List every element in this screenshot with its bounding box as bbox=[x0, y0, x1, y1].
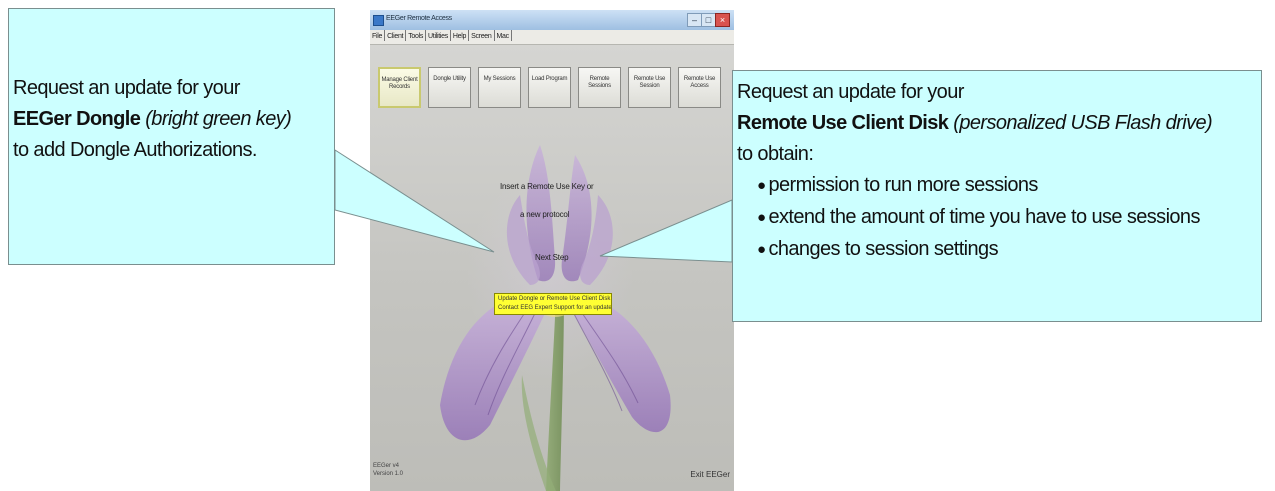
disk-callout-bullet: changes to session settings bbox=[757, 234, 1257, 266]
window-title: EEGer Remote Access bbox=[386, 15, 452, 22]
prompt-line-2: a new protocol bbox=[520, 210, 570, 219]
close-icon[interactable]: × bbox=[715, 13, 730, 27]
iris-flower-image bbox=[440, 145, 671, 491]
version-line-1: EEGer v4 bbox=[373, 463, 400, 469]
app-window: EEGer Remote Access – □ × File Client Tool… bbox=[370, 10, 734, 491]
menu-help[interactable]: Help bbox=[451, 30, 470, 41]
disk-callout-bullets: permission to run more sessions extend t… bbox=[737, 170, 1257, 266]
disk-callout-bold: Remote Use Client Disk bbox=[737, 112, 949, 134]
disk-callout-bullet: extend the amount of time you have to us… bbox=[757, 202, 1257, 234]
menu-utilities[interactable]: Utilities bbox=[426, 30, 451, 41]
menu-file[interactable]: File bbox=[370, 30, 386, 41]
dongle-callout-bold: EEGer Dongle bbox=[13, 108, 141, 130]
update-message-line-1: Update Dongle or Remote Use Client Disk bbox=[498, 296, 611, 302]
app-main-area: Manage Client Records Dongle Utility My … bbox=[370, 45, 734, 491]
version-info: EEGer v4 Version 1.0 bbox=[373, 462, 403, 478]
client-disk-update-callout: Request an update for your Remote Use Cl… bbox=[732, 70, 1262, 322]
disk-callout-italic: (personalized USB Flash drive) bbox=[953, 112, 1213, 134]
menu-bar: File Client Tools Utilities Help Screen Mac bbox=[370, 30, 734, 45]
prompt-line-3[interactable]: Next Step bbox=[535, 253, 569, 262]
maximize-icon[interactable]: □ bbox=[701, 13, 716, 27]
exit-button[interactable]: Exit EEGer bbox=[690, 470, 730, 479]
title-bar: EEGer Remote Access – □ × bbox=[370, 10, 734, 30]
update-message-line-2: Contact EEG Expert Support for an update bbox=[498, 305, 612, 311]
disk-callout-line2: Remote Use Client Disk (personalized USB… bbox=[737, 108, 1257, 139]
menu-mac[interactable]: Mac bbox=[495, 30, 512, 41]
dongle-callout-line3: to add Dongle Authorizations. bbox=[13, 139, 257, 161]
app-icon bbox=[373, 15, 384, 26]
dongle-callout-line1: Request an update for your bbox=[13, 77, 240, 99]
menu-client[interactable]: Client bbox=[385, 30, 407, 41]
dongle-callout-line2: EEGer Dongle (bright green key) bbox=[13, 104, 330, 135]
menu-screen[interactable]: Screen bbox=[469, 30, 495, 41]
menu-tools[interactable]: Tools bbox=[406, 30, 427, 41]
update-required-message: Update Dongle or Remote Use Client Disk … bbox=[494, 293, 612, 315]
disk-callout-line3: to obtain: bbox=[737, 143, 814, 165]
minimize-icon[interactable]: – bbox=[687, 13, 702, 27]
disk-callout-bullet: permission to run more sessions bbox=[757, 170, 1257, 202]
prompt-line-1: Insert a Remote Use Key or bbox=[500, 182, 594, 191]
dongle-update-callout: Request an update for your EEGer Dongle … bbox=[8, 8, 335, 265]
dongle-callout-italic: (bright green key) bbox=[145, 108, 292, 130]
version-line-2: Version 1.0 bbox=[373, 471, 404, 477]
disk-callout-line1: Request an update for your bbox=[737, 81, 964, 103]
